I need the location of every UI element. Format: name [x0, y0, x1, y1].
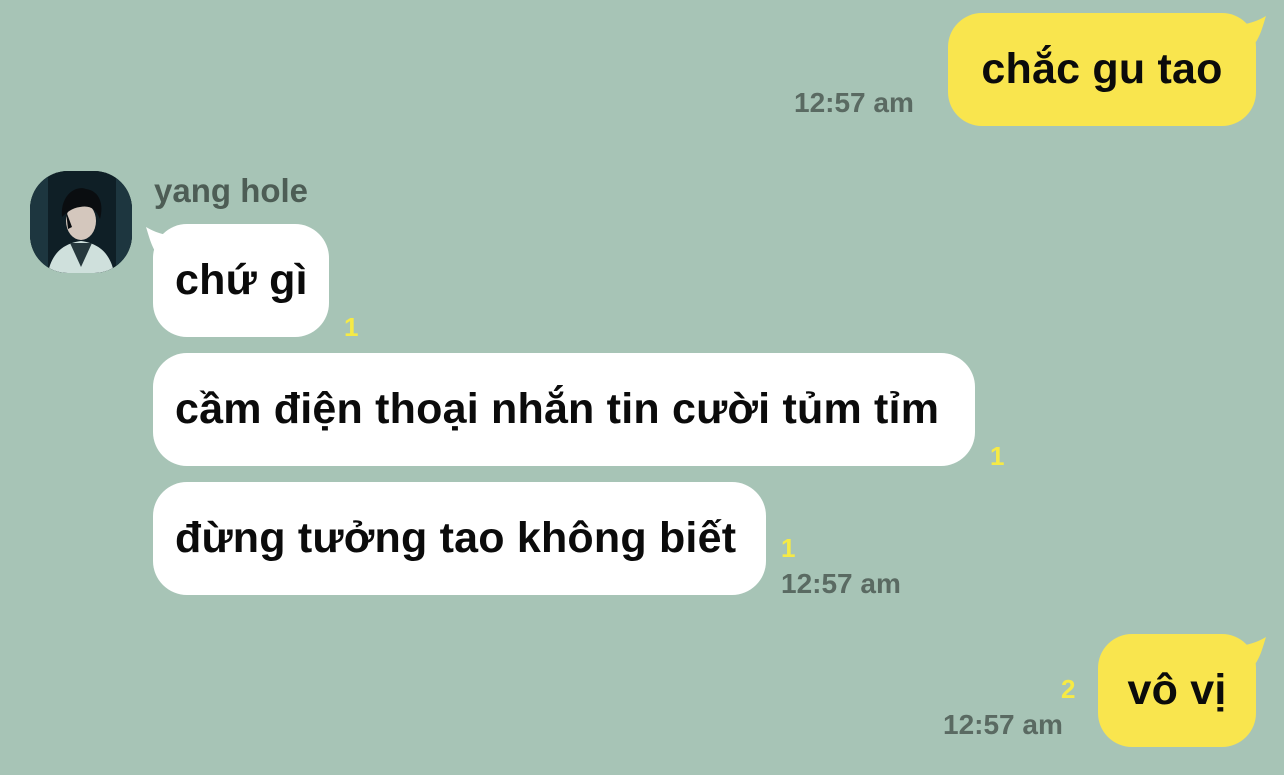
unread-count: 1 [990, 441, 1005, 471]
unread-count: 1 [344, 312, 359, 342]
message-timestamp: 12:57 am [794, 87, 914, 118]
unread-count: 1 [781, 533, 796, 563]
message-timestamp: 12:57 am [943, 709, 1063, 740]
outgoing-message-bubble[interactable]: chắc gu tao [948, 13, 1256, 126]
outgoing-message-bubble[interactable]: vô vị [1098, 634, 1256, 747]
sender-name: yang hole [154, 172, 309, 209]
contact-avatar[interactable] [30, 171, 132, 273]
incoming-message-bubble[interactable]: chứ gì [153, 224, 329, 337]
incoming-message-bubble[interactable]: cầm điện thoại nhắn tin cười tủm tỉm [153, 353, 975, 466]
unread-count: 2 [1061, 674, 1076, 704]
avatar-photo-icon [30, 171, 132, 273]
message-timestamp: 12:57 am [781, 568, 901, 599]
incoming-message-bubble[interactable]: đừng tưởng tao không biết [153, 482, 766, 595]
